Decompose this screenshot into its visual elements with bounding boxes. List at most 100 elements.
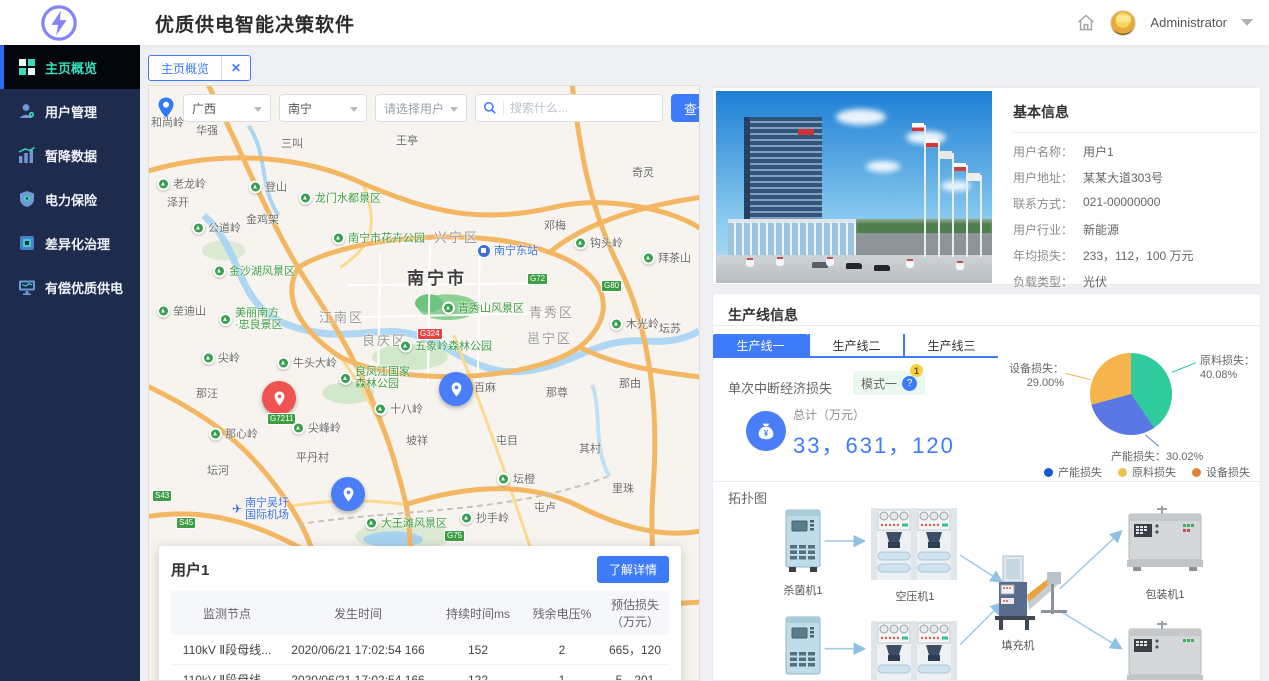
home-icon[interactable] (1076, 13, 1096, 33)
tree-marker-icon (249, 181, 262, 194)
map-user-pin-blue[interactable] (439, 372, 473, 406)
road-shield: G75 (444, 530, 465, 542)
map-poi: 邓梅 (544, 220, 566, 232)
field-value: 021-00000000 (1083, 195, 1160, 212)
legend-item[interactable]: 原料损失 (1118, 464, 1176, 480)
map-user-pin-red[interactable] (262, 381, 296, 415)
location-pin-icon (157, 96, 175, 120)
tab-line-3[interactable]: 生产线三 (903, 334, 998, 356)
user-menu-chevron-down-icon[interactable] (1241, 19, 1253, 26)
machine-label: 空压机1 (875, 588, 955, 604)
tree-marker-icon (209, 428, 222, 441)
basic-info-title: 基本信息 (1013, 102, 1258, 122)
query-button[interactable]: 查询 (671, 94, 700, 122)
tree-marker-icon (219, 313, 232, 326)
map-poi: 尖岭 (202, 352, 240, 365)
user-gear-icon (18, 102, 36, 120)
pin-icon[interactable] (331, 477, 365, 511)
search-input[interactable] (510, 101, 655, 115)
mode-select-value: 模式一 (861, 375, 897, 392)
tree-marker-icon (213, 265, 226, 278)
map-poi: 公道岭 (192, 222, 241, 235)
tree-marker-icon (292, 422, 305, 435)
tree-marker-icon (202, 352, 215, 365)
map-poi: 垒迪山 (157, 305, 206, 318)
col-loss: 预估损失（万元） (601, 591, 669, 635)
sidebar-item-label: 主页概览 (45, 58, 97, 77)
tree-marker-icon (460, 512, 473, 525)
sidebar-item-user-management[interactable]: 用户管理 (0, 89, 140, 133)
map-poi: 那尊 (546, 387, 568, 399)
map-poi: 五象岭森林公园 (399, 340, 492, 353)
sidebar-item-power-insurance[interactable]: 电力保险 (0, 177, 140, 221)
tab-line-2[interactable]: 生产线二 (808, 334, 903, 356)
legend-item[interactable]: 产能损失 (1044, 464, 1102, 480)
pin-icon[interactable] (262, 381, 296, 415)
legend-dot (1118, 468, 1127, 477)
user-select[interactable]: 请选择用户 (375, 94, 467, 122)
tab-home-overview[interactable]: 主页概览 ✕ (148, 55, 251, 81)
event-table: 监测节点 发生时间 持续时间ms 残余电压% 预估损失（万元） 110kV Ⅱ段… (171, 591, 669, 681)
legend-label: 设备损失 (1206, 464, 1250, 480)
total-value: 33，631，120 (793, 428, 955, 460)
map-poi: 王亭 (396, 135, 418, 147)
legend-dot (1044, 468, 1053, 477)
machine-compressor-2 (871, 619, 957, 681)
sidebar-item-label: 暂降数据 (45, 146, 97, 165)
user-avatar[interactable] (1110, 10, 1136, 36)
province-select[interactable]: 广西 (183, 94, 271, 122)
map-panel[interactable]: 和尚岭华强三叫王亭奇灵老龙岭登山龙门水都景区泽开公道岭金鸡架邓梅钩头岭拜茶山金沙… (148, 85, 700, 681)
col-time: 发生时间 (283, 591, 433, 635)
office-tower (744, 117, 822, 235)
map-poi: 屯目 (496, 435, 518, 447)
pie-label-material: 原料损失：40.08% (1200, 354, 1255, 382)
basic-info: 基本信息 用户名称：用户1 用户地址：某某大道303号 联系方式：021-000… (1013, 88, 1258, 286)
table-cell: 122 (433, 665, 523, 681)
map-poi: 尖峰岭 (292, 422, 341, 435)
table-row[interactable]: 110kV Ⅱ段母线...2020/06/21 17:02:54 1661522… (171, 635, 669, 665)
map-poi: 邕宁区 (527, 333, 572, 345)
sidebar-item-differentiated-governance[interactable]: 差异化治理 (0, 221, 140, 265)
pie-label-capacity: 产能损失：30.02% (1111, 450, 1203, 464)
pin-icon[interactable] (439, 372, 473, 406)
map-poi: 百麻 (474, 382, 496, 394)
city-select[interactable]: 南宁 (279, 94, 367, 122)
field-label: 年均损失： (1013, 247, 1083, 264)
map-poi: 拜茶山 (642, 252, 691, 265)
table-cell: 665，120 (601, 635, 669, 665)
table-cell: 2020/06/21 17:02:54 166 (283, 665, 433, 681)
field-value: 用户1 (1083, 143, 1114, 160)
user-event-panel: 用户1 了解详情 监测节点 发生时间 持续时间ms 残余电压% 预估损失（万元）… (159, 546, 681, 681)
map-user-pin-blue[interactable] (331, 477, 365, 511)
machine-label: 杀菌机1 (763, 582, 843, 598)
sidebar-item-sag-data[interactable]: 暂降数据 (0, 133, 140, 177)
sidebar-item-label: 差异化治理 (45, 234, 110, 253)
tab-line-1[interactable]: 生产线一 (713, 334, 808, 356)
table-cell: 110kV Ⅱ段母线... (171, 665, 283, 681)
bar-chart-icon (18, 146, 36, 164)
map-poi: 泽开 (167, 197, 189, 209)
legend-item[interactable]: 设备损失 (1192, 464, 1250, 480)
tab-close-icon[interactable]: ✕ (221, 56, 250, 80)
map-poi: 抄手岭 (460, 512, 509, 525)
mode-select[interactable]: 模式一 ? 1 (853, 371, 925, 395)
event-table-header: 监测节点 发生时间 持续时间ms 残余电压% 预估损失（万元） (171, 591, 669, 635)
field-value: 某某大道303号 (1083, 169, 1163, 186)
header: 优质供电智能决策软件 Administrator (0, 0, 1269, 45)
col-duration: 持续时间ms (433, 591, 523, 635)
user-panel-title: 用户1 (171, 559, 209, 580)
sidebar-item-home-overview[interactable]: 主页概览 (0, 45, 140, 89)
table-cell: 2 (523, 635, 601, 665)
map-poi: G80 (601, 280, 622, 292)
field-label: 负载类型： (1013, 273, 1083, 290)
tree-marker-icon (610, 318, 623, 331)
app-root: 优质供电智能决策软件 Administrator 主页概览 用户管理 (0, 0, 1269, 681)
help-icon[interactable]: ? (902, 376, 917, 391)
map-poi: 那汪 (196, 388, 218, 400)
sidebar-item-paid-quality-power[interactable]: 有偿优质供电 (0, 265, 140, 309)
detail-button[interactable]: 了解详情 (597, 556, 669, 583)
table-row[interactable]: 110kV Ⅱ段母线...2020/06/21 17:02:54 1661221… (171, 665, 669, 681)
tree-marker-icon (642, 252, 655, 265)
map-poi: 登山 (249, 181, 287, 194)
table-cell: 2020/06/21 17:02:54 166 (283, 635, 433, 665)
